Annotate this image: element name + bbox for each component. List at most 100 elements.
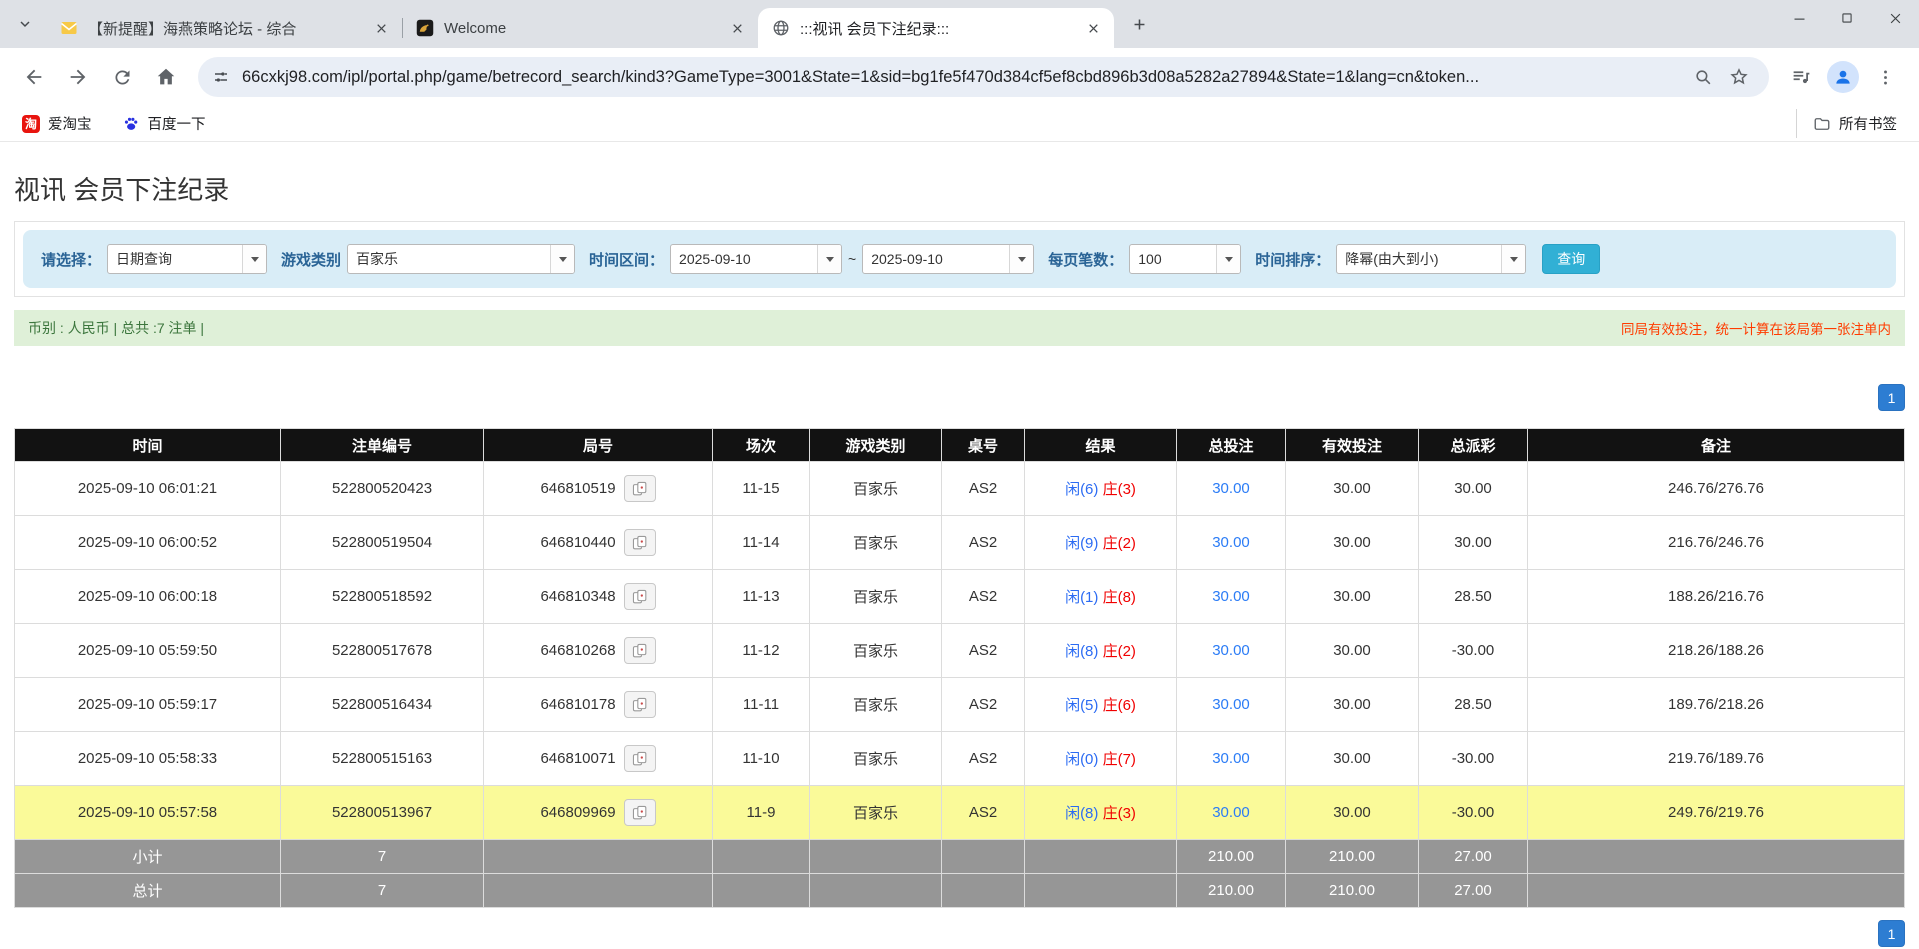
- column-header: 局号: [484, 429, 713, 462]
- tab-close-icon[interactable]: [726, 17, 748, 39]
- valid-bet-cell: 30.00: [1286, 462, 1419, 516]
- round-detail-cards-button[interactable]: [624, 475, 656, 502]
- result-banker: 庄(8): [1103, 589, 1136, 606]
- table-no-cell: AS2: [942, 678, 1025, 732]
- valid-bet-cell: 30.00: [1286, 678, 1419, 732]
- tab-welcome[interactable]: Welcome: [402, 8, 758, 48]
- table-no-cell: AS2: [942, 732, 1025, 786]
- bet-time-cell: 2025-09-10 06:00:52: [15, 516, 281, 570]
- total-bet-link[interactable]: 30.00: [1212, 750, 1250, 767]
- date-to-value: 2025-09-10: [863, 251, 1009, 267]
- page-title: 视讯 会员下注纪录: [14, 170, 1905, 207]
- home-icon[interactable]: [147, 58, 185, 96]
- minimize-icon[interactable]: [1775, 0, 1823, 36]
- time-sort-value: 降幂(由大到小): [1337, 249, 1501, 269]
- query-type-select[interactable]: 日期查询: [107, 244, 267, 274]
- payout-cell: 28.50: [1419, 570, 1528, 624]
- total-bet-link[interactable]: 30.00: [1212, 588, 1250, 605]
- date-from-select[interactable]: 2025-09-10: [670, 244, 842, 274]
- chevron-down-icon[interactable]: [817, 245, 841, 273]
- bookmark-label: 爱淘宝: [48, 113, 92, 134]
- session-cell: 11-14: [713, 516, 810, 570]
- round-detail-cards-button[interactable]: [624, 529, 656, 556]
- horse-icon: [416, 19, 434, 37]
- result-player: 闲(1): [1065, 589, 1098, 606]
- round-detail-cards-button[interactable]: [624, 799, 656, 826]
- game-type-cell: 百家乐: [810, 732, 942, 786]
- new-tab-icon[interactable]: [1124, 9, 1154, 39]
- tab-bet-record[interactable]: :::视讯 会员下注纪录:::: [758, 8, 1114, 48]
- tab-close-icon[interactable]: [1082, 17, 1104, 39]
- bookmark-baidu[interactable]: 百度一下: [114, 109, 214, 138]
- bookmark-aitaobao[interactable]: 淘 爱淘宝: [14, 109, 100, 138]
- tab-search-chevron-icon[interactable]: [10, 9, 40, 39]
- menu-dots-icon[interactable]: [1866, 58, 1904, 96]
- maximize-icon[interactable]: [1823, 0, 1871, 36]
- game-type-select[interactable]: 百家乐: [347, 244, 575, 274]
- total-bet-link[interactable]: 30.00: [1212, 696, 1250, 713]
- forward-icon[interactable]: [59, 58, 97, 96]
- total-bet-link[interactable]: 30.00: [1212, 642, 1250, 659]
- valid-bet-cell: 30.00: [1286, 570, 1419, 624]
- date-from-value: 2025-09-10: [671, 251, 817, 267]
- bet-id-cell: 522800519504: [281, 516, 484, 570]
- chevron-down-icon[interactable]: [550, 245, 574, 273]
- bet-row: 2025-09-10 06:01:21522800520423646810519…: [15, 462, 1905, 516]
- close-window-icon[interactable]: [1871, 0, 1919, 36]
- chevron-down-icon[interactable]: [1009, 245, 1033, 273]
- round-detail-cards-button[interactable]: [624, 691, 656, 718]
- remark-cell: 249.76/219.76: [1528, 786, 1905, 840]
- round-detail-cards-button[interactable]: [624, 637, 656, 664]
- table-no-cell: AS2: [942, 624, 1025, 678]
- result-cell: 闲(0) 庄(7): [1025, 732, 1177, 786]
- subtotal-row-cell-3: [713, 840, 810, 874]
- round-id-group: 646810071: [484, 745, 712, 772]
- tab-close-icon[interactable]: [370, 17, 392, 39]
- total-bet-link[interactable]: 30.00: [1212, 480, 1250, 497]
- page-1-button[interactable]: 1: [1878, 384, 1905, 411]
- column-header: 结果: [1025, 429, 1177, 462]
- media-control-icon[interactable]: [1782, 58, 1820, 96]
- total-bet-cell: 30.00: [1177, 462, 1286, 516]
- baidu-paw-icon: [122, 115, 140, 133]
- back-icon[interactable]: [15, 58, 53, 96]
- chevron-down-icon[interactable]: [1216, 245, 1240, 273]
- total-bet-link[interactable]: 30.00: [1212, 534, 1250, 551]
- column-header: 场次: [713, 429, 810, 462]
- reload-icon[interactable]: [103, 58, 141, 96]
- table-no-cell: AS2: [942, 786, 1025, 840]
- chevron-down-icon[interactable]: [242, 245, 266, 273]
- valid-bet-cell: 30.00: [1286, 732, 1419, 786]
- tab-title: Welcome: [444, 20, 720, 37]
- page-size-select[interactable]: 100: [1129, 244, 1241, 274]
- session-cell: 11-10: [713, 732, 810, 786]
- round-id-value: 646810519: [540, 480, 615, 497]
- tab-forum[interactable]: 【新提醒】海燕策略论坛 - 综合: [46, 8, 402, 48]
- remark-cell: 219.76/189.76: [1528, 732, 1905, 786]
- bookmark-star-icon[interactable]: [1723, 61, 1755, 93]
- session-cell: 11-11: [713, 678, 810, 732]
- round-id-cell: 646809969: [484, 786, 713, 840]
- subtotal-row-cell-5: [942, 840, 1025, 874]
- result-banker: 庄(3): [1103, 805, 1136, 822]
- all-bookmarks-button[interactable]: 所有书签: [1796, 109, 1905, 138]
- query-button[interactable]: 查询: [1542, 244, 1600, 274]
- site-settings-icon[interactable]: [212, 68, 230, 86]
- table-no-cell: AS2: [942, 570, 1025, 624]
- time-sort-select[interactable]: 降幂(由大到小): [1336, 244, 1526, 274]
- url-text[interactable]: 66cxkj98.com/ipl/portal.php/game/betreco…: [242, 68, 1683, 87]
- round-detail-cards-button[interactable]: [624, 583, 656, 610]
- zoom-icon[interactable]: [1687, 61, 1719, 93]
- total-bet-link[interactable]: 30.00: [1212, 804, 1250, 821]
- url-bar[interactable]: 66cxkj98.com/ipl/portal.php/game/betreco…: [198, 57, 1769, 97]
- chevron-down-icon[interactable]: [1501, 245, 1525, 273]
- round-detail-cards-button[interactable]: [624, 745, 656, 772]
- valid-bet-cell: 30.00: [1286, 516, 1419, 570]
- date-to-select[interactable]: 2025-09-10: [862, 244, 1034, 274]
- profile-avatar[interactable]: [1827, 61, 1859, 93]
- result-banker: 庄(2): [1103, 643, 1136, 660]
- page-1-button[interactable]: 1: [1878, 920, 1905, 947]
- result-banker: 庄(7): [1103, 751, 1136, 768]
- game-type-cell: 百家乐: [810, 462, 942, 516]
- round-id-group: 646810348: [484, 583, 712, 610]
